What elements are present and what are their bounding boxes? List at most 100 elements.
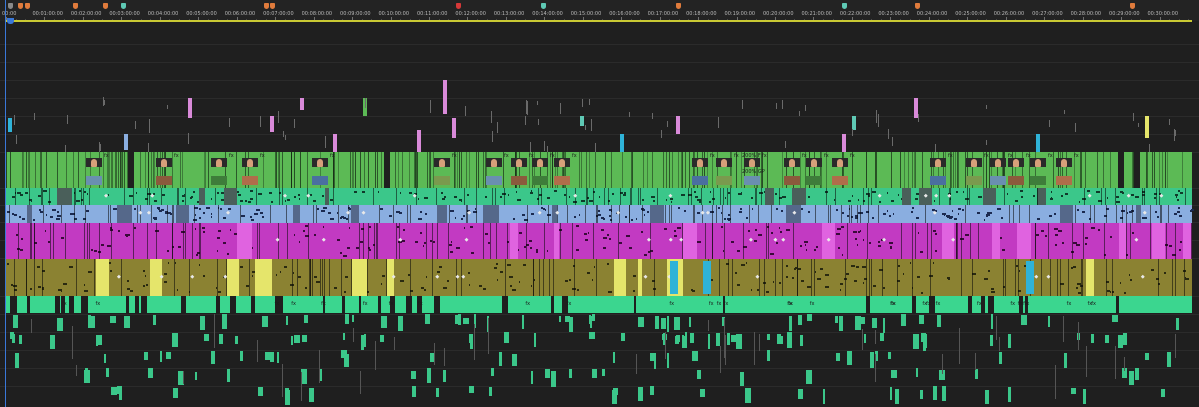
audio-clip-small[interactable] <box>835 353 841 362</box>
audio-clip-small[interactable] <box>1070 387 1077 394</box>
marker-teal-icon[interactable] <box>121 3 126 9</box>
audio-clip-small[interactable] <box>381 315 387 328</box>
audio-clip-small[interactable] <box>344 314 349 324</box>
audio-clip-small[interactable] <box>442 370 446 383</box>
audio-clip-small[interactable] <box>1129 371 1135 385</box>
playhead-handle-icon[interactable] <box>7 18 14 24</box>
audio-clip-small[interactable] <box>666 316 670 333</box>
audio-track-a2[interactable]: ◆ ◆ ◆ ◆ ◆ ◆ ◆ ◆ ◆ ◆ ◆ ◆ ◆ ◆ <box>6 205 1194 223</box>
audio-clip-small[interactable] <box>411 386 416 398</box>
audio-clip-small[interactable] <box>797 388 804 400</box>
audio-clip-small[interactable] <box>682 334 685 343</box>
audio-clip-small[interactable] <box>1007 334 1012 348</box>
audio-clip-small[interactable] <box>900 314 907 326</box>
marker-orange-icon[interactable] <box>1130 3 1135 9</box>
audio-clip-small[interactable] <box>590 316 593 329</box>
audio-clip-small[interactable] <box>14 353 19 368</box>
audio-clip-small[interactable] <box>1135 368 1140 381</box>
audio-clip-small[interactable] <box>726 332 731 345</box>
audio-clip-small[interactable] <box>106 368 110 377</box>
audio-clip-small[interactable] <box>589 332 595 339</box>
audio-track-a3[interactable]: ◆ ◆ ◆ ◆ ◆ ◆ ◆ ◆ ◆ ◆ ◆ ◆ ◆ ◆ <box>6 223 1193 259</box>
marker-orange-icon[interactable] <box>676 3 681 9</box>
audio-clip-small[interactable] <box>1167 352 1172 368</box>
audio-clip-small[interactable] <box>544 368 550 378</box>
audio-clip-small[interactable] <box>1144 353 1150 360</box>
audio-clip-small[interactable] <box>855 316 861 330</box>
audio-clip-small[interactable] <box>919 389 923 399</box>
title-clip[interactable] <box>8 118 12 132</box>
marker-orange-icon[interactable] <box>73 3 78 9</box>
audio-clip-small[interactable] <box>84 368 89 379</box>
audio-clip-small[interactable] <box>397 316 403 331</box>
audio-clip-small[interactable] <box>1123 333 1128 345</box>
audio-clip-small[interactable] <box>286 316 289 326</box>
audio-clip-small[interactable] <box>458 314 461 326</box>
audio-clip-small[interactable] <box>936 315 942 328</box>
audio-clip-small[interactable] <box>863 334 867 343</box>
audio-clip-small[interactable] <box>344 353 350 367</box>
audio-clip-small[interactable] <box>262 316 268 328</box>
audio-clip-small[interactable] <box>806 369 812 385</box>
timeline-panel[interactable]: 00:00 00:01:00:00 00:02:00:00 00:03:00:00 00… <box>0 0 1199 407</box>
audio-clip-small[interactable] <box>654 315 660 330</box>
audio-clip-small[interactable] <box>257 387 264 396</box>
title-clip[interactable] <box>452 118 456 138</box>
audio-clip-small[interactable] <box>846 351 852 366</box>
audio-clip-small[interactable] <box>309 387 315 402</box>
audio-clip-small[interactable] <box>887 351 892 359</box>
audio-clip-small[interactable] <box>879 332 885 342</box>
title-clip[interactable] <box>852 116 856 130</box>
marker-gray-icon[interactable] <box>8 3 13 9</box>
audio-clip-small[interactable] <box>226 369 230 383</box>
title-clip[interactable] <box>580 116 584 126</box>
audio-clip-small[interactable] <box>789 315 793 331</box>
audio-clip-small[interactable] <box>1008 387 1012 403</box>
audio-clip-small[interactable] <box>1175 317 1180 331</box>
audio-clip-small[interactable] <box>1082 389 1086 404</box>
audio-clip-small[interactable] <box>143 352 149 360</box>
audio-clip-small[interactable] <box>304 315 309 324</box>
audio-clip-small[interactable] <box>468 386 474 394</box>
audio-clip-small[interactable] <box>568 317 573 333</box>
audio-clip-small[interactable] <box>601 369 606 376</box>
audio-clip-small[interactable] <box>798 314 802 326</box>
audio-clip-small[interactable] <box>692 351 698 362</box>
audio-clip-small[interactable] <box>172 333 178 348</box>
audio-clip-small[interactable] <box>360 335 365 350</box>
audio-clip-small[interactable] <box>462 317 469 325</box>
audio-clip-small[interactable] <box>425 314 430 324</box>
audio-clip-small[interactable] <box>1064 353 1068 368</box>
title-clip[interactable] <box>842 134 846 152</box>
audio-clip-small[interactable] <box>152 314 156 326</box>
audio-clip-small[interactable] <box>822 389 825 404</box>
audio-clip-small[interactable] <box>650 386 654 396</box>
audio-clip-small[interactable] <box>975 368 978 379</box>
audio-clip-small[interactable] <box>699 388 706 397</box>
audio-clip-small[interactable] <box>351 314 354 322</box>
audio-clip-small[interactable] <box>199 316 206 330</box>
audio-clip-small[interactable] <box>512 353 517 367</box>
marker-red-icon[interactable] <box>456 3 461 9</box>
title-clip[interactable] <box>333 134 337 152</box>
audio-clip-small[interactable] <box>1112 314 1118 322</box>
audio-clip-cyan[interactable] <box>670 261 678 294</box>
marker-orange-icon[interactable] <box>915 3 920 9</box>
audio-clip-small[interactable] <box>684 332 687 344</box>
audio-clip-small[interactable] <box>913 334 919 350</box>
audio-clip-small[interactable] <box>123 316 130 328</box>
audio-clip-small[interactable] <box>882 317 886 333</box>
audio-clip-small[interactable] <box>148 368 154 379</box>
audio-clip-small[interactable] <box>689 333 695 344</box>
marker-orange-icon[interactable] <box>25 3 30 9</box>
audio-clip-small[interactable] <box>999 351 1002 364</box>
audio-track-a4[interactable]: ◆◆◆◆◆◆◆◆◆◆◆◆◆◆ <box>6 259 1192 296</box>
audio-clip-small[interactable] <box>551 371 556 387</box>
audio-clip-small[interactable] <box>116 386 121 395</box>
audio-clip-small[interactable] <box>1104 334 1110 343</box>
audio-clip-small[interactable] <box>111 386 117 395</box>
dialogue-track[interactable]: fx fx fx fx fx fx fx fx fx fx fx fx fx fx fx fx fx fx fx fx… <box>6 296 1192 313</box>
audio-clip-small[interactable] <box>57 317 63 332</box>
audio-clip-small[interactable] <box>103 353 106 364</box>
audio-clip-small[interactable] <box>766 334 770 341</box>
